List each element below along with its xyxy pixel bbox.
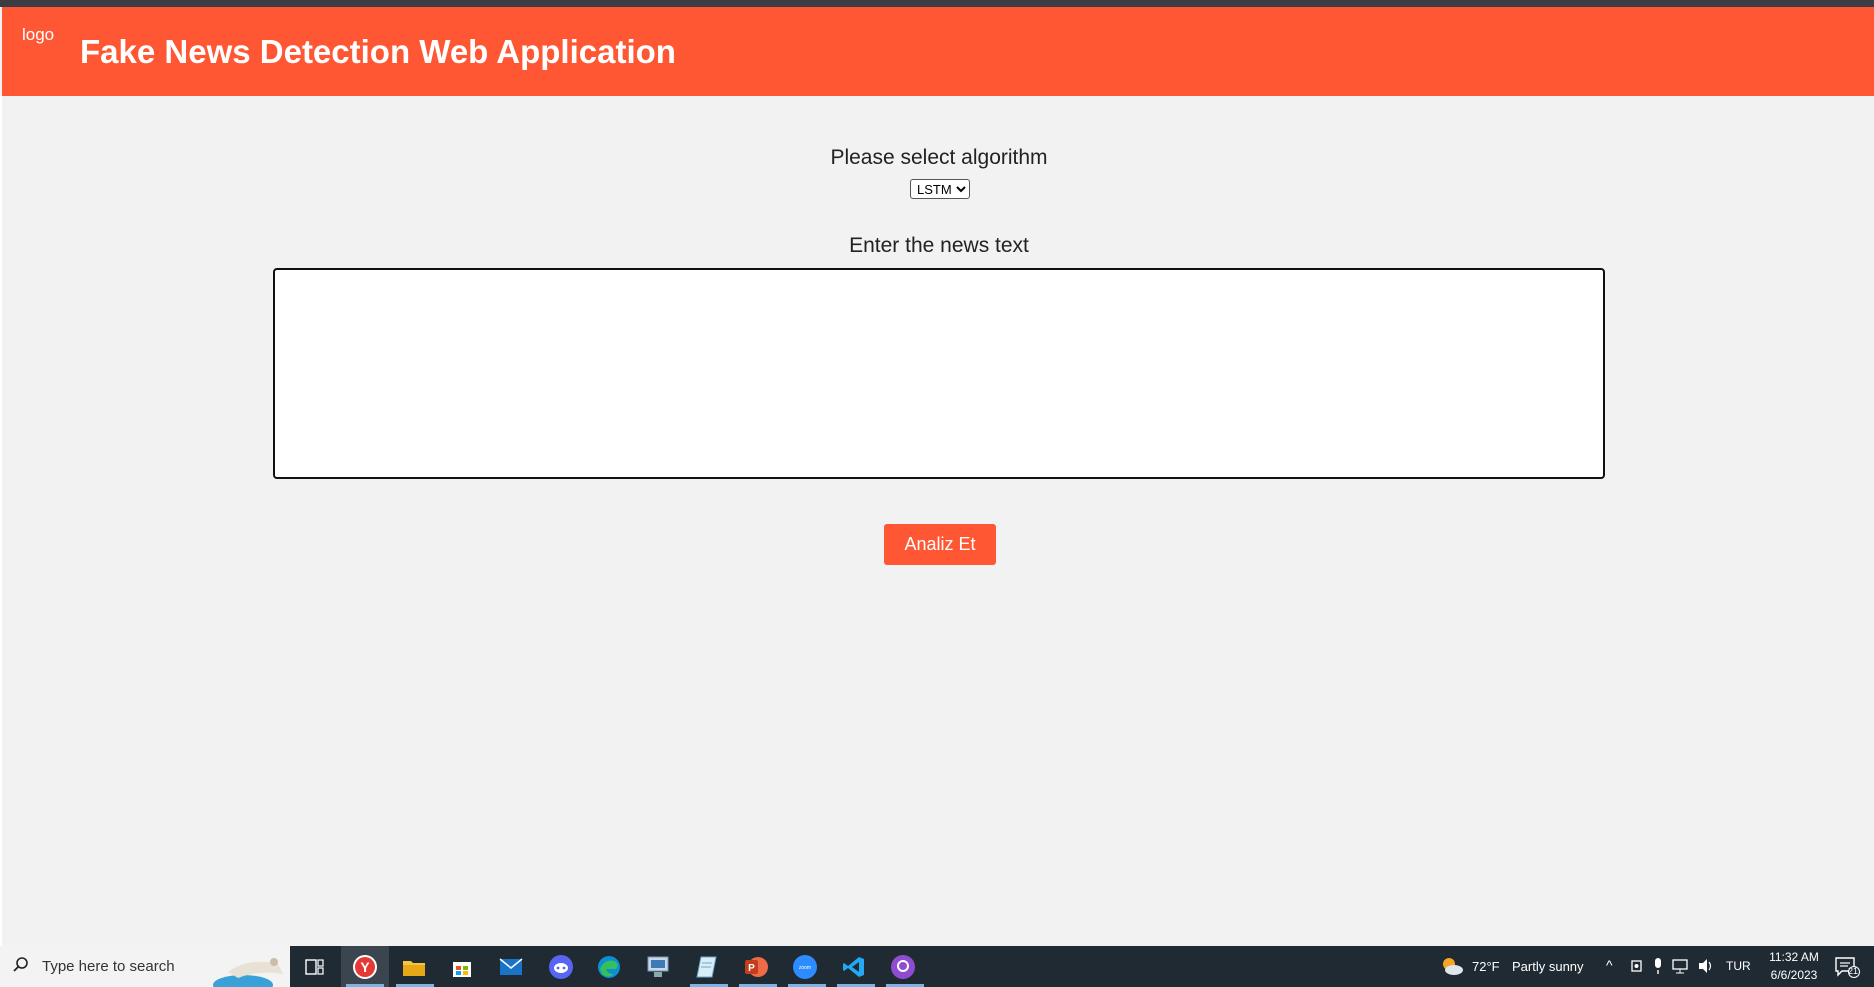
weather-icon[interactable] xyxy=(1440,955,1464,977)
file-explorer-icon[interactable] xyxy=(399,952,429,982)
task-view-icon[interactable] xyxy=(300,952,330,982)
notepad-icon[interactable] xyxy=(692,952,722,982)
search-highlight-art-icon xyxy=(213,958,283,987)
powerpoint-icon[interactable]: P xyxy=(741,952,771,982)
algorithm-label: Please select algorithm xyxy=(830,146,1048,169)
news-text-label: Enter the news text xyxy=(849,234,1029,257)
github-desktop-icon[interactable] xyxy=(888,952,918,982)
search-icon xyxy=(13,957,28,972)
search-placeholder: Type here to search xyxy=(42,958,175,975)
clock-date[interactable]: 6/6/2023 xyxy=(1764,968,1824,982)
meet-now-icon[interactable] xyxy=(1630,958,1644,974)
network-app-icon[interactable] xyxy=(643,952,673,982)
analyze-button[interactable]: Analiz Et xyxy=(884,524,996,565)
input-language[interactable]: TUR xyxy=(1726,959,1751,973)
network-icon[interactable] xyxy=(1672,958,1690,974)
weather-temperature[interactable]: 72°F xyxy=(1472,959,1500,974)
algorithm-select[interactable]: LSTM xyxy=(910,179,970,199)
microsoft-store-icon[interactable] xyxy=(447,952,477,982)
app-header: logo Fake News Detection Web Application xyxy=(2,7,1874,96)
clock-time[interactable]: 11:32 AM xyxy=(1764,950,1824,964)
page-title: Fake News Detection Web Application xyxy=(80,33,676,70)
edge-icon[interactable] xyxy=(594,952,624,982)
logo-image: logo xyxy=(22,25,55,44)
weather-description[interactable]: Partly sunny xyxy=(1512,959,1584,974)
volume-icon[interactable] xyxy=(1697,958,1715,974)
svg-text:Y: Y xyxy=(360,959,370,975)
show-hidden-icons-chevron-icon[interactable]: ^ xyxy=(1606,957,1613,973)
svg-text:zoom: zoom xyxy=(799,965,811,971)
news-text-input[interactable] xyxy=(273,268,1605,479)
main-content: Please select algorithm LSTM Enter the n… xyxy=(0,96,1874,946)
microphone-icon[interactable] xyxy=(1652,957,1664,975)
discord-icon[interactable] xyxy=(546,952,576,982)
mail-icon[interactable] xyxy=(496,952,526,982)
vscode-icon[interactable] xyxy=(839,952,869,982)
taskbar-search-box[interactable]: Type here to search xyxy=(0,946,290,987)
windows-taskbar: Type here to search Y P zoom 72°F Partly… xyxy=(0,946,1874,987)
yandex-browser-icon[interactable]: Y xyxy=(350,952,380,982)
svg-text:P: P xyxy=(748,963,755,974)
notification-count: 21 xyxy=(1848,966,1859,976)
zoom-icon[interactable]: zoom xyxy=(790,952,820,982)
bookmarks-bar xyxy=(0,0,1874,7)
